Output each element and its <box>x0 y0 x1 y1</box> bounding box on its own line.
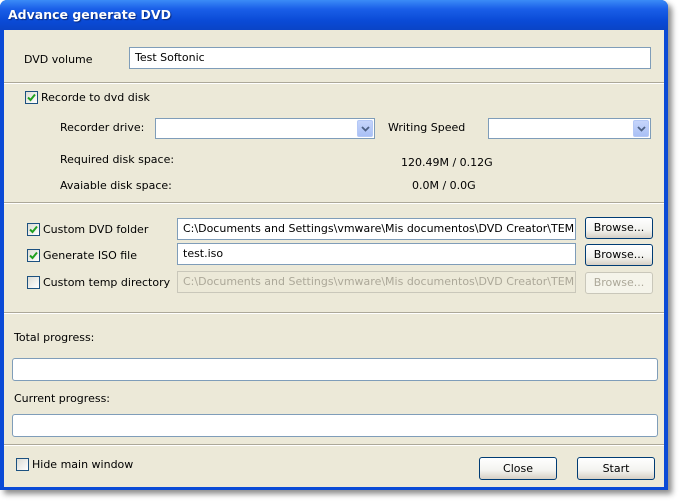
checkmark-icon <box>27 93 36 102</box>
current-progress-label: Current progress: <box>14 392 111 405</box>
dvd-volume-label: DVD volume <box>24 53 93 66</box>
current-progress-bar <box>12 414 658 437</box>
record-to-disk-checkbox[interactable] <box>25 91 38 104</box>
browse-iso-button[interactable]: Browse... <box>585 244 653 266</box>
iso-file-input[interactable]: test.iso <box>177 243 576 265</box>
writing-speed-label: Writing Speed <box>388 121 466 134</box>
browse-folder-button[interactable]: Browse... <box>585 217 653 239</box>
separator <box>4 202 664 204</box>
total-progress-label: Total progress: <box>14 331 95 344</box>
temp-dir-input[interactable]: C:\Documents and Settings\vmware\Mis doc… <box>177 271 576 293</box>
separator <box>4 82 664 84</box>
recorder-drive-label: Recorder drive: <box>60 121 145 134</box>
writing-speed-select[interactable] <box>488 118 651 139</box>
dvd-volume-input[interactable]: Test Softonic <box>129 47 651 69</box>
chevron-down-icon <box>637 126 646 132</box>
required-space-label: Required disk space: <box>60 153 175 166</box>
available-space-value: 0.0M / 0.0G <box>412 179 476 192</box>
recorder-drive-select[interactable] <box>155 118 375 139</box>
dialog-window: Advance generate DVD DVD volume Test Sof… <box>0 0 668 490</box>
custom-dvd-folder-checkbox[interactable] <box>27 223 40 236</box>
browse-temp-button[interactable]: Browse... <box>585 272 653 294</box>
custom-temp-dir-label: Custom temp directory <box>43 276 171 289</box>
generate-iso-label: Generate ISO file <box>43 249 138 262</box>
dropdown-button[interactable] <box>633 120 649 137</box>
separator <box>4 444 664 446</box>
custom-dvd-folder-input[interactable]: C:\Documents and Settings\vmware\Mis doc… <box>177 218 576 240</box>
required-space-value: 120.49M / 0.12G <box>401 156 493 169</box>
dialog-body: DVD volume Test Softonic Recorde to dvd … <box>4 30 664 487</box>
dropdown-button[interactable] <box>357 120 373 137</box>
title-bar[interactable]: Advance generate DVD <box>0 0 668 30</box>
checkmark-icon <box>29 225 38 234</box>
record-to-disk-label: Recorde to dvd disk <box>41 91 150 104</box>
checkmark-icon <box>29 251 38 260</box>
close-button[interactable]: Close <box>479 457 557 480</box>
separator <box>4 312 664 314</box>
total-progress-bar <box>12 358 658 381</box>
hide-main-window-label: Hide main window <box>32 458 134 471</box>
custom-temp-dir-checkbox[interactable] <box>27 276 40 289</box>
available-space-label: Avaiable disk space: <box>60 179 172 192</box>
chevron-down-icon <box>361 126 370 132</box>
hide-main-window-checkbox[interactable] <box>16 458 29 471</box>
start-button[interactable]: Start <box>577 457 655 480</box>
window-title: Advance generate DVD <box>8 7 171 22</box>
generate-iso-checkbox[interactable] <box>27 249 40 262</box>
custom-dvd-folder-label: Custom DVD folder <box>43 223 149 236</box>
